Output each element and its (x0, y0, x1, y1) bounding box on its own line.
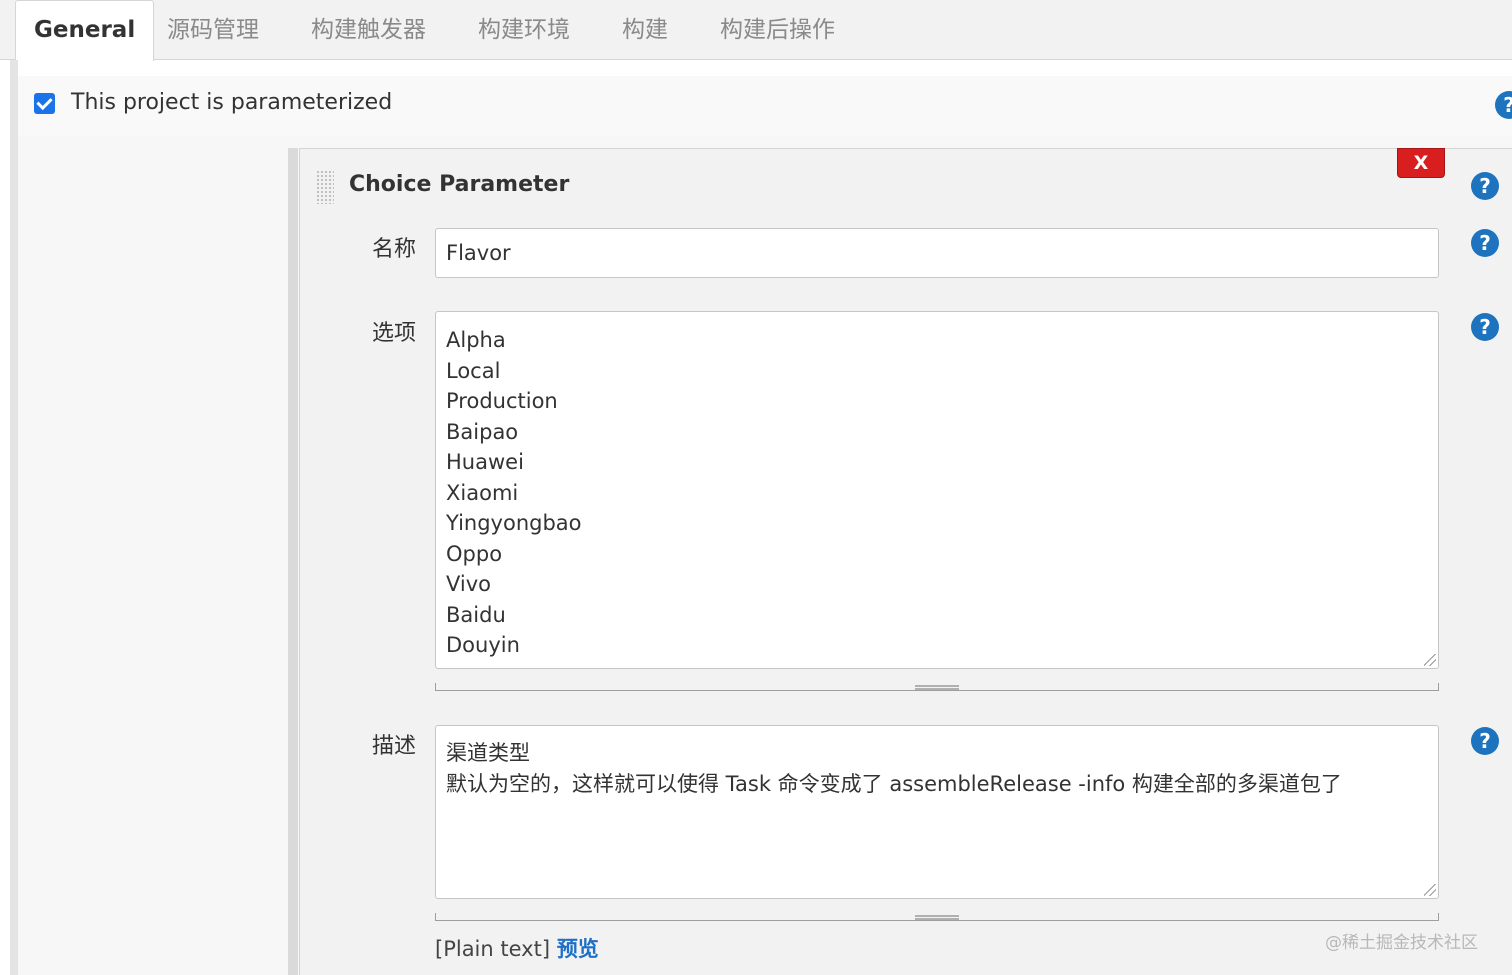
choices-resize-bar[interactable] (435, 683, 1439, 691)
choices-label: 选项 (372, 321, 417, 346)
tab-build[interactable]: 构建 (622, 10, 668, 50)
parameterized-checkbox[interactable] (34, 93, 55, 114)
resize-handle-icon[interactable] (915, 685, 959, 690)
delete-parameter-button[interactable]: X (1397, 148, 1445, 178)
tab-bar: General 源码管理 构建触发器 构建环境 构建 构建后操作 (0, 0, 1512, 61)
resize-corner-icon[interactable] (1424, 654, 1436, 666)
choice-item: Xiaomi (446, 480, 519, 505)
help-icon[interactable]: ? (1471, 229, 1499, 257)
tab-source-control[interactable]: 源码管理 (167, 10, 259, 50)
description-label: 描述 (372, 734, 417, 759)
choices-list: Alpha Local Production Baipao Huawei Xia… (446, 325, 582, 661)
drag-handle-icon[interactable] (316, 170, 334, 204)
help-icon[interactable]: ? (1471, 313, 1499, 341)
description-line: 默认为空的，这样就可以使得 Task 命令变成了 assembleRelease… (446, 771, 1342, 796)
description-line: 渠道类型 (446, 741, 530, 765)
tab-post-build[interactable]: 构建后操作 (720, 10, 835, 50)
name-field[interactable]: Flavor (435, 228, 1439, 278)
parameter-rail (288, 148, 298, 975)
preview-link[interactable]: 预览 (557, 937, 599, 961)
description-textarea[interactable]: 渠道类型 默认为空的，这样就可以使得 Task 命令变成了 assembleRe… (435, 725, 1439, 899)
tab-build-triggers[interactable]: 构建触发器 (311, 10, 426, 50)
choice-item: Yingyongbao (446, 511, 582, 535)
choice-item: Oppo (446, 541, 503, 566)
description-text: 渠道类型 默认为空的，这样就可以使得 Task 命令变成了 assembleRe… (446, 738, 1342, 799)
plain-text-label: [Plain text] (435, 937, 551, 961)
name-value: Flavor (446, 241, 511, 265)
left-rail (10, 60, 18, 975)
choice-item: Baidu (446, 602, 506, 627)
parameterized-row: This project is parameterized (18, 76, 1512, 136)
choice-item: Alpha (446, 328, 506, 352)
resize-handle-icon[interactable] (915, 915, 959, 920)
choice-item: Production (446, 389, 558, 413)
tab-general[interactable]: General (15, 0, 155, 61)
help-icon[interactable]: ? (1471, 172, 1499, 200)
tab-build-environment[interactable]: 构建环境 (478, 10, 570, 50)
help-icon[interactable]: ? (1471, 727, 1499, 755)
choice-item: Baipao (446, 419, 519, 444)
choice-item: Local (446, 358, 501, 383)
markup-format: [Plain text] 预览 (435, 933, 599, 963)
choices-textarea[interactable]: Alpha Local Production Baipao Huawei Xia… (435, 311, 1439, 669)
watermark: @稀土掘金技术社区 (1325, 933, 1478, 953)
parameterized-label: This project is parameterized (71, 90, 393, 115)
panel-title: Choice Parameter (349, 172, 570, 197)
choice-item: Douyin (446, 633, 520, 657)
description-resize-bar[interactable] (435, 913, 1439, 921)
resize-corner-icon[interactable] (1424, 884, 1436, 896)
choice-item: Vivo (446, 572, 492, 596)
choice-item: Huawei (446, 450, 524, 474)
name-label: 名称 (372, 237, 417, 262)
